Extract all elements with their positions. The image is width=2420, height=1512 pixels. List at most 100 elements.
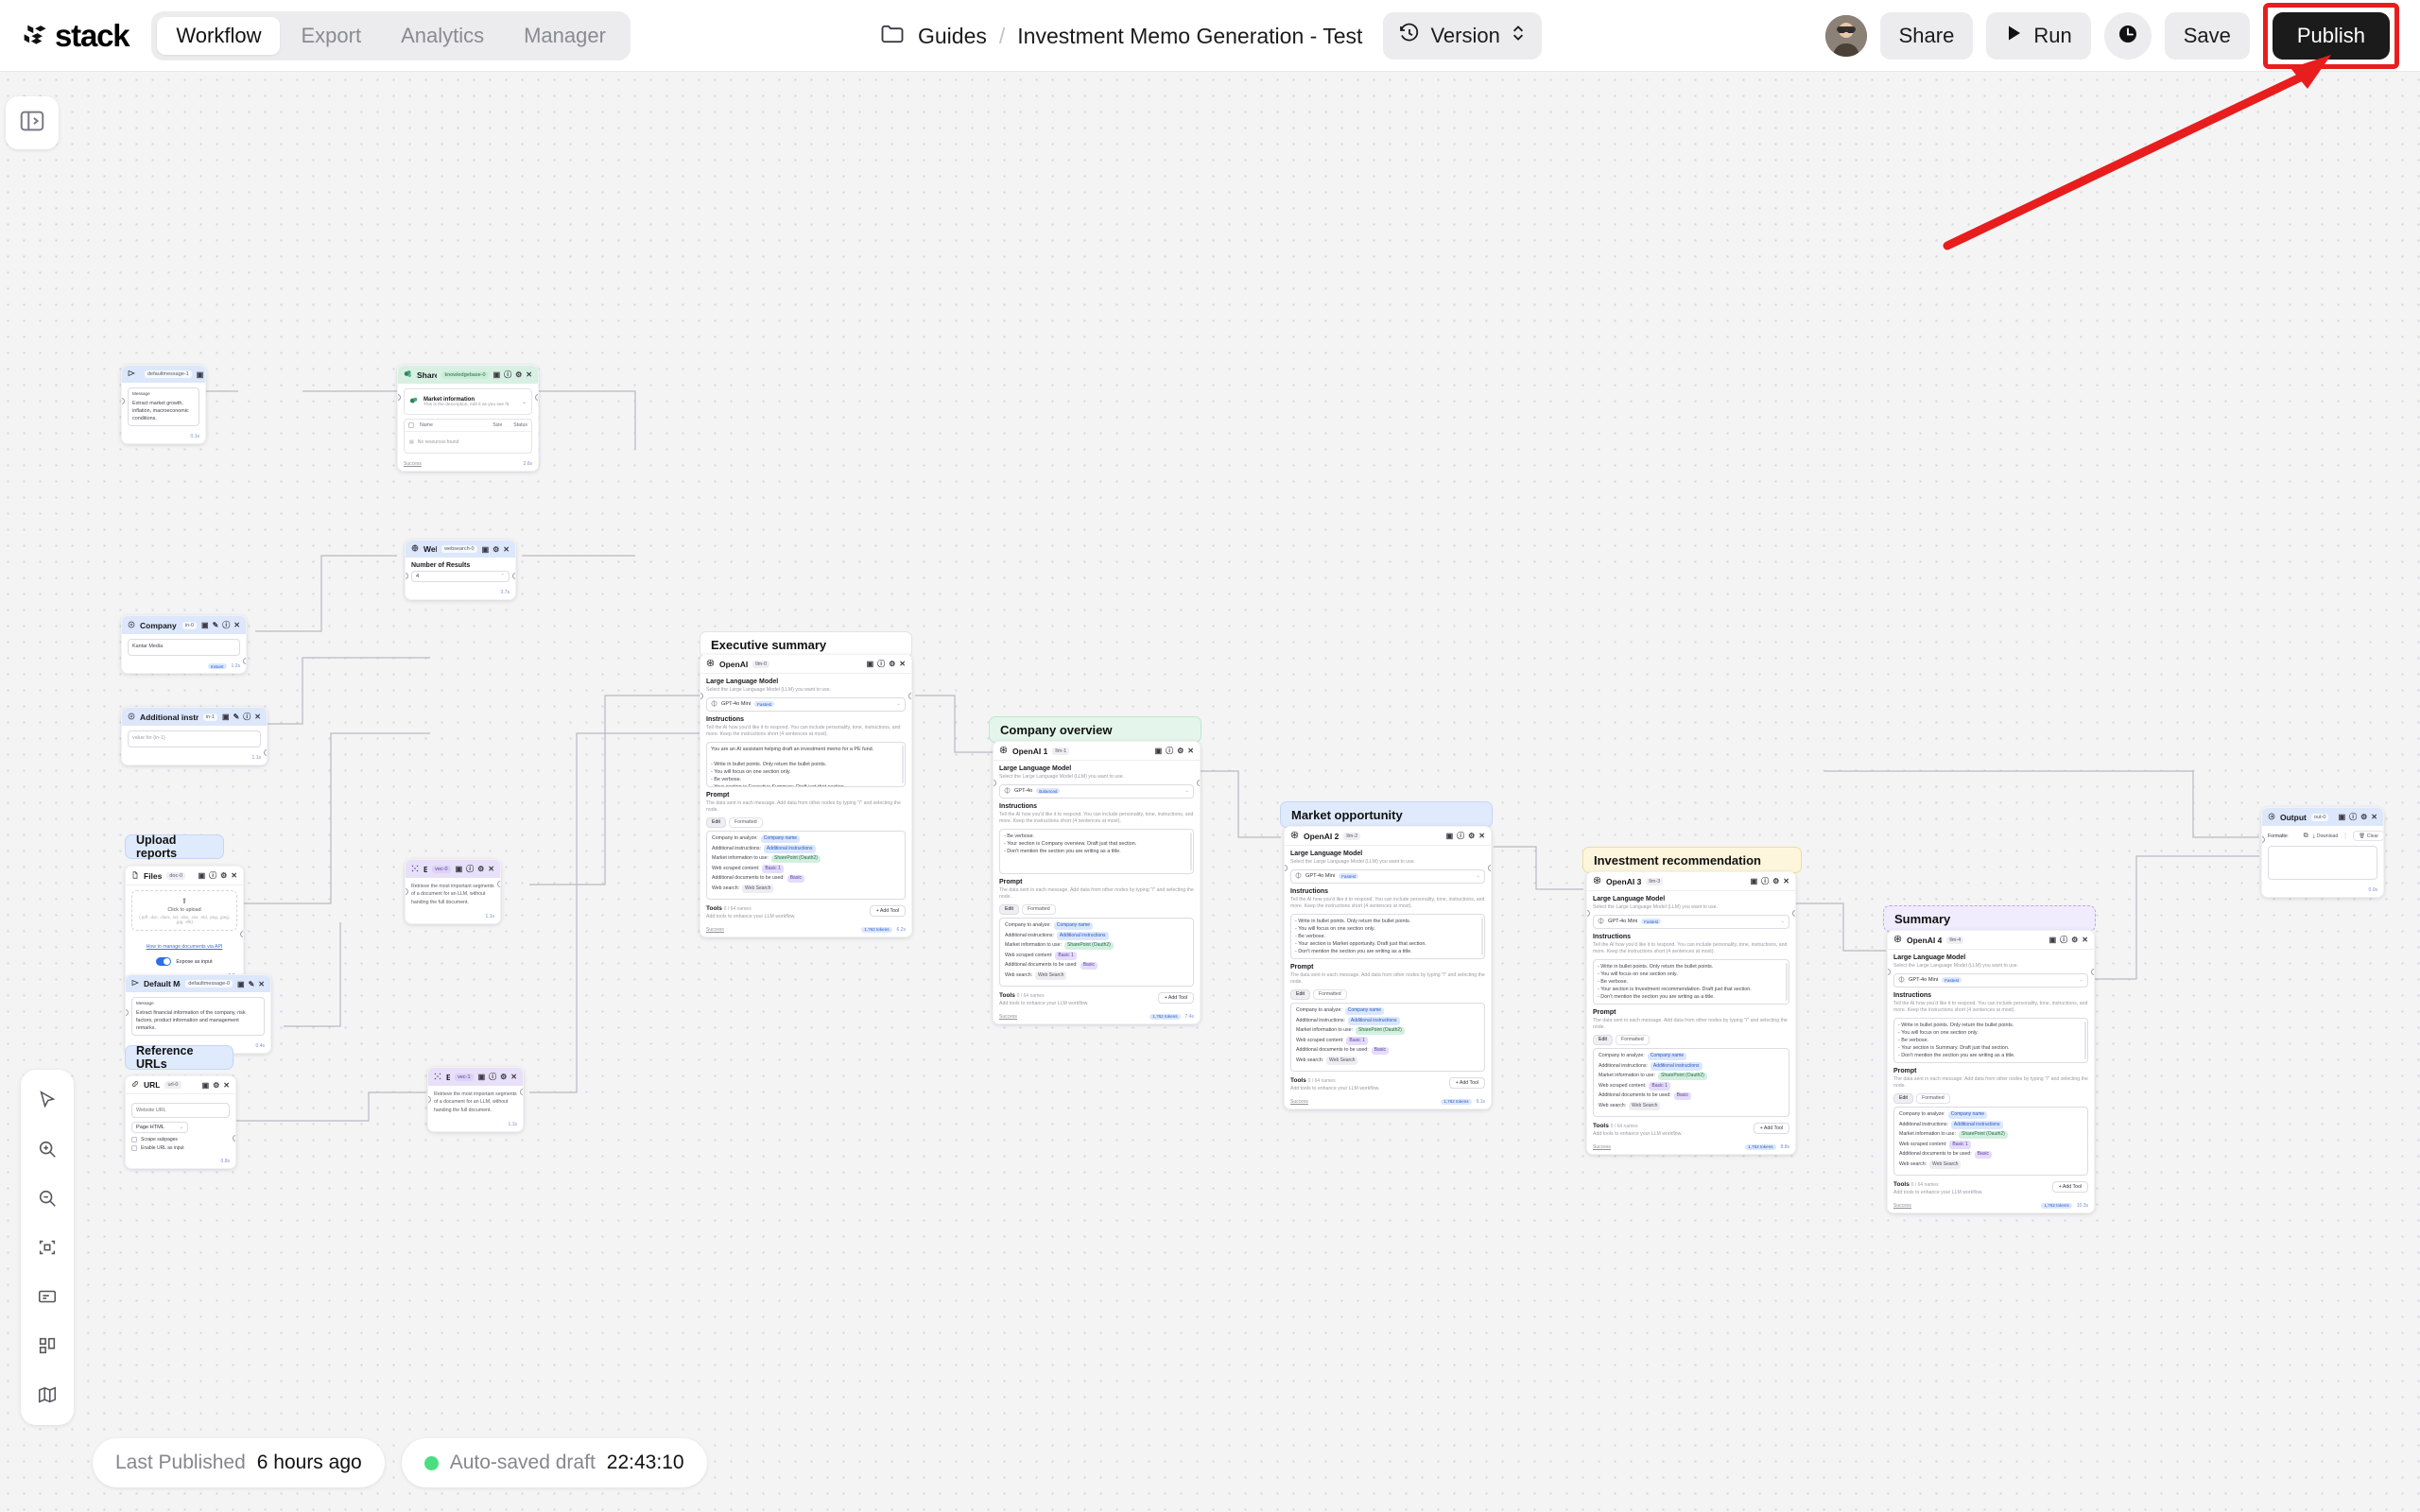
close-icon[interactable]: ✕ bbox=[2082, 936, 2088, 944]
expose-as-input-toggle[interactable] bbox=[156, 957, 172, 966]
node-default-message-0[interactable]: Default Message defaultmessage-0 ▣ ✎ ✕ M… bbox=[125, 974, 271, 1055]
node-header-icons[interactable]: ▣ ⓘ ⚙ ✕ bbox=[456, 864, 494, 874]
prompt-row-reference[interactable]: Basic bbox=[1080, 961, 1098, 971]
prompt-row-reference[interactable]: Basic bbox=[786, 874, 804, 884]
output-port[interactable] bbox=[1488, 865, 1491, 871]
edit-icon[interactable]: ✎ bbox=[249, 980, 255, 988]
node-status[interactable]: Success bbox=[1290, 1099, 1308, 1105]
comment-icon[interactable]: ▣ bbox=[867, 660, 874, 668]
close-icon[interactable]: ✕ bbox=[2371, 813, 2377, 821]
close-icon[interactable]: ✕ bbox=[223, 1081, 230, 1090]
comment-icon[interactable]: ▣ bbox=[237, 980, 245, 988]
instructions-textarea[interactable]: - Be verbose. - Your section is Company o… bbox=[999, 828, 1194, 874]
zoom-out-icon[interactable] bbox=[27, 1178, 67, 1218]
gear-icon[interactable]: ⚙ bbox=[1772, 877, 1779, 885]
node-header[interactable]: OpenAI 3 llm-3 ▣ ⓘ ⚙ ✕ bbox=[1587, 872, 1795, 891]
model-select[interactable]: GPT-4o Balanced ⌄ bbox=[999, 783, 1194, 799]
node-additional-instructions[interactable]: Additional instructions in-1 ▣ ✎ ⓘ ✕ val… bbox=[121, 707, 268, 765]
comment-icon[interactable]: ▣ bbox=[493, 370, 501, 379]
prompt-row-reference[interactable]: Basic bbox=[1371, 1046, 1389, 1056]
prompt-row-reference[interactable]: Additional instructions bbox=[1650, 1062, 1703, 1071]
output-textarea[interactable] bbox=[2268, 846, 2377, 880]
comment-icon[interactable]: ▣ bbox=[1155, 747, 1163, 755]
prompt-row-reference[interactable]: Company name bbox=[760, 834, 801, 844]
prompt-row-reference[interactable]: SharePoint (Oauth2) bbox=[1355, 1026, 1405, 1036]
breadcrumb-folder[interactable]: Guides bbox=[918, 24, 987, 49]
node-header[interactable]: OpenAI llm-0 ▣ ⓘ ⚙ ✕ bbox=[700, 655, 911, 674]
gear-icon[interactable]: ⚙ bbox=[213, 1081, 219, 1090]
node-header[interactable]: OpenAI 4 llm-4 ▣ ⓘ ⚙ ✕ bbox=[1888, 931, 2094, 950]
node-basic-1[interactable]: Basic 1 vec-1 ▣ ⓘ ⚙ ✕ Retrieve the most … bbox=[427, 1067, 524, 1132]
info-icon[interactable]: ⓘ bbox=[2349, 812, 2357, 822]
output-port[interactable] bbox=[1792, 910, 1795, 917]
prompt-row-reference[interactable]: Basic bbox=[1974, 1150, 1992, 1160]
comment-icon[interactable]: ▣ bbox=[478, 1073, 486, 1081]
tab-formatted[interactable]: Formatted bbox=[1021, 903, 1056, 915]
node-basic[interactable]: Basic vec-0 ▣ ⓘ ⚙ ✕ Retrieve the most im… bbox=[405, 859, 501, 924]
node-header-icons[interactable]: ▣ ✎ ⓘ ✕ bbox=[201, 620, 240, 630]
node-header-icons[interactable]: ▣ ⚙ ✕ bbox=[202, 1081, 230, 1090]
node-header-icons[interactable]: ▣ ⓘ ⚙ ✕ bbox=[1446, 831, 1485, 841]
gear-icon[interactable]: ⚙ bbox=[1468, 832, 1475, 840]
prompt-row-reference[interactable]: Basic 1 bbox=[1055, 952, 1077, 960]
info-icon[interactable]: ⓘ bbox=[2060, 935, 2067, 945]
scrollbar[interactable] bbox=[2083, 1021, 2086, 1059]
minimap-icon[interactable] bbox=[27, 1375, 67, 1415]
close-icon[interactable]: ✕ bbox=[510, 1073, 517, 1081]
download-button[interactable]: ⤓ Download bbox=[2313, 833, 2338, 839]
model-select[interactable]: GPT-4o Mini Fastest ⌄ bbox=[706, 696, 906, 712]
prompt-row-reference[interactable]: Web Search bbox=[1629, 1102, 1661, 1110]
prompt-row-reference[interactable]: SharePoint (Oauth2) bbox=[1958, 1130, 2008, 1140]
node-header-icons[interactable]: ▣ ⓘ ⚙ ✕ bbox=[478, 1072, 517, 1082]
node-header[interactable]: URL url-0 ▣ ⚙ ✕ bbox=[126, 1076, 235, 1094]
additional-instructions-input[interactable]: value for {in-1} bbox=[128, 730, 261, 747]
edit-icon[interactable]: ✎ bbox=[233, 713, 240, 721]
comment-icon[interactable]: ▣ bbox=[2049, 936, 2057, 944]
output-port[interactable] bbox=[535, 394, 538, 401]
company-name-input[interactable]: Kantar Media bbox=[128, 639, 240, 656]
output-port[interactable] bbox=[908, 693, 911, 699]
comment-icon[interactable]: ▣ bbox=[482, 545, 490, 554]
prompt-row-reference[interactable]: SharePoint (Oauth2) bbox=[1063, 941, 1114, 951]
close-icon[interactable]: ✕ bbox=[254, 713, 261, 721]
output-port[interactable] bbox=[264, 749, 267, 756]
share-button[interactable]: Share bbox=[1879, 12, 1974, 60]
node-status[interactable]: Success bbox=[999, 1014, 1017, 1020]
node-default-message-1[interactable]: Default Message 1 defaultmessage-1 ▣ ✎ ✕… bbox=[121, 365, 206, 445]
comment-icon[interactable]: ▣ bbox=[2339, 813, 2346, 821]
node-summary[interactable]: OpenAI 4 llm-4 ▣ ⓘ ⚙ ✕ Large Language Mo… bbox=[1887, 930, 2095, 1213]
components-icon[interactable] bbox=[27, 1326, 67, 1366]
gear-icon[interactable]: ⚙ bbox=[220, 871, 227, 880]
prompt-row-reference[interactable]: Additional instructions bbox=[1056, 932, 1109, 940]
prompt-row-reference[interactable]: Company name bbox=[1344, 1006, 1385, 1016]
prompt-row-reference[interactable]: Basic bbox=[1673, 1091, 1691, 1101]
comment-icon[interactable]: ▣ bbox=[456, 865, 463, 873]
node-status[interactable]: Success bbox=[1893, 1203, 1911, 1209]
close-icon[interactable]: ✕ bbox=[1187, 747, 1194, 755]
prompt-row-reference[interactable]: Basic 1 bbox=[1949, 1141, 1971, 1149]
prompt-textarea[interactable]: Company to analyze: Company name Additio… bbox=[1593, 1047, 1789, 1117]
node-header[interactable]: OpenAI 2 llm-2 ▣ ⓘ ⚙ ✕ bbox=[1285, 827, 1491, 846]
info-icon[interactable]: ⓘ bbox=[209, 870, 216, 881]
node-header[interactable]: Company name in-0 ▣ ✎ ⓘ ✕ bbox=[122, 616, 246, 634]
tab-edit[interactable]: Edit bbox=[1290, 988, 1310, 1000]
api-docs-link[interactable]: How to manage documents via API bbox=[147, 944, 223, 950]
nav-item-analytics[interactable]: Analytics bbox=[382, 17, 503, 55]
publish-button[interactable]: Publish bbox=[2272, 12, 2390, 60]
cursor-icon[interactable] bbox=[27, 1080, 67, 1120]
output-port[interactable] bbox=[240, 931, 243, 937]
prompt-row-reference[interactable]: Additional instructions bbox=[1347, 1017, 1400, 1025]
info-icon[interactable]: ⓘ bbox=[222, 620, 230, 630]
info-icon[interactable]: ⓘ bbox=[1166, 746, 1173, 756]
prompt-row-reference[interactable]: Basic 1 bbox=[1346, 1037, 1368, 1045]
tab-formatted[interactable]: Formatted bbox=[1312, 988, 1347, 1000]
zoom-in-icon[interactable] bbox=[27, 1129, 67, 1169]
note-icon[interactable] bbox=[27, 1277, 67, 1316]
scrollbar[interactable] bbox=[901, 745, 904, 783]
node-header[interactable]: Basic 1 vec-1 ▣ ⓘ ⚙ ✕ bbox=[428, 1068, 523, 1086]
schedule-button[interactable] bbox=[2103, 12, 2152, 60]
close-icon[interactable]: ✕ bbox=[1783, 877, 1789, 885]
prompt-row-reference[interactable]: Company name bbox=[1053, 921, 1094, 931]
node-status[interactable]: Success bbox=[706, 927, 724, 933]
message-field[interactable]: Message Extract financial information of… bbox=[131, 997, 265, 1037]
